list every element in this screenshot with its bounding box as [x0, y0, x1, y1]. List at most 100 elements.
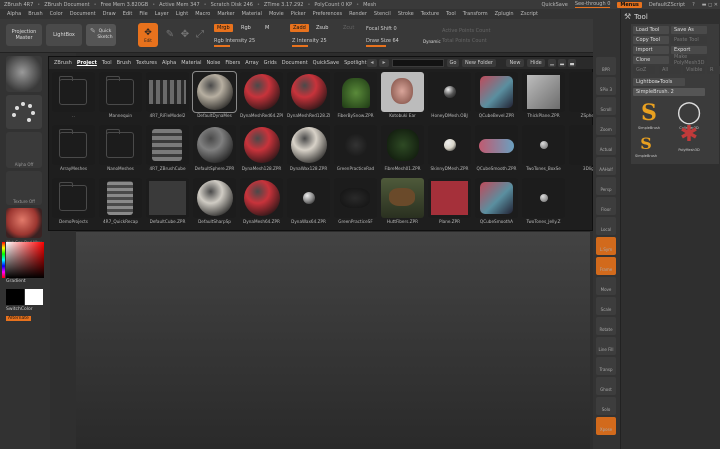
- view-large-icon[interactable]: ▃: [568, 59, 576, 67]
- material-tile[interactable]: Mat Cap Red Wax: [6, 208, 42, 245]
- z-intensity-slider[interactable]: Z Intensity 25: [292, 37, 354, 47]
- lightbox-item[interactable]: DefaultDynaMes: [192, 71, 237, 126]
- view-medium-icon[interactable]: ▂: [558, 59, 566, 67]
- clone-button[interactable]: Clone: [633, 56, 669, 64]
- lightbox-item[interactable]: ArrayMeshes: [52, 125, 95, 179]
- shelf-solo-button[interactable]: Solo: [596, 397, 616, 415]
- stroke-tile[interactable]: [6, 95, 42, 129]
- menu-brush[interactable]: Brush: [28, 11, 42, 17]
- shelf-scale-button[interactable]: Scale: [596, 297, 616, 315]
- shelf-floor-button[interactable]: Floor: [596, 197, 616, 215]
- rgb-intensity-slider[interactable]: Rgb Intensity 25: [214, 37, 276, 47]
- shelf-persp-button[interactable]: Persp: [596, 177, 616, 195]
- menu-edit[interactable]: Edit: [123, 11, 133, 17]
- shelf-ghost-button[interactable]: Ghost: [596, 377, 616, 395]
- tool-thumb[interactable]: S SimpleBrush: [635, 100, 663, 132]
- tab-spotlight[interactable]: Spotlight: [344, 60, 366, 66]
- scale-icon[interactable]: ⤢: [193, 28, 207, 42]
- edit-mode-button[interactable]: ✥ Edit: [138, 23, 158, 47]
- current-tool-field[interactable]: SimpleBrush. 2: [633, 88, 705, 96]
- lightbox-item[interactable]: DynaMesh64.ZPR: [240, 178, 283, 232]
- menu-preferences[interactable]: Preferences: [313, 11, 342, 17]
- tab-array[interactable]: Array: [245, 60, 258, 66]
- move-icon[interactable]: ✥: [178, 28, 192, 42]
- lightbox-item[interactable]: QCubeSmooth.ZPR: [475, 125, 518, 179]
- switch-color-button[interactable]: SwitchColor: [6, 307, 33, 312]
- lightbox-item[interactable]: DefaultCube.ZPR: [146, 178, 189, 232]
- menu-texture[interactable]: Texture: [421, 11, 439, 17]
- lightbox-item[interactable]: Mannequin: [99, 72, 142, 126]
- texture-tile[interactable]: Texture Off: [6, 171, 42, 205]
- lightbox-item[interactable]: SkinnyDMesh.ZPR: [428, 125, 471, 179]
- tool-thumb[interactable]: S SimpleBrush: [635, 134, 657, 160]
- menu-file[interactable]: File: [139, 11, 147, 17]
- lightbox-item[interactable]: DynaWax128.ZPR: [287, 125, 330, 179]
- quick-sketch-button[interactable]: ✎ Quick Sketch: [86, 24, 116, 46]
- alternate-button[interactable]: Alternate: [6, 316, 31, 321]
- default-zscript-button[interactable]: DefaultZScript: [649, 2, 685, 8]
- menus-toggle[interactable]: Menus: [617, 1, 642, 8]
- quicksave-button[interactable]: QuickSave: [541, 2, 567, 8]
- lightbox-tools-button[interactable]: Lightbox▸Tools: [633, 78, 685, 86]
- zadd-toggle[interactable]: Zadd: [290, 24, 309, 32]
- alpha-tile[interactable]: Alpha Off: [6, 132, 42, 168]
- lightbox-item[interactable]: ..: [52, 72, 95, 126]
- tab-noise[interactable]: Noise: [207, 60, 221, 66]
- make-polymesh3d-button[interactable]: Make PolyMesh3D: [671, 54, 707, 66]
- lightbox-button[interactable]: LightBox: [46, 24, 82, 46]
- go-button[interactable]: Go: [447, 59, 459, 67]
- menu-render[interactable]: Render: [349, 11, 367, 17]
- current-brush-tile[interactable]: [6, 56, 42, 92]
- menu-material[interactable]: Material: [242, 11, 262, 17]
- load-tool-button[interactable]: Load Tool: [633, 26, 669, 34]
- lightbox-item[interactable]: QCubeSmoothA: [475, 178, 518, 232]
- menu-alpha[interactable]: Alpha: [7, 11, 21, 17]
- lightbox-item[interactable]: Plane.ZPR: [428, 178, 471, 232]
- projection-master-button[interactable]: Projection Master: [6, 24, 42, 46]
- menu-draw[interactable]: Draw: [103, 11, 116, 17]
- copy-tool-button[interactable]: Copy Tool: [633, 36, 669, 44]
- lightbox-item[interactable]: DefaultSphere.ZPR: [193, 125, 236, 179]
- menu-macro[interactable]: Macro: [195, 11, 210, 17]
- lightbox-item[interactable]: DynaMeshRed128.ZPR: [287, 72, 330, 126]
- shelf-local-button[interactable]: Local: [596, 217, 616, 235]
- shelf-bpr-button[interactable]: BPR: [596, 57, 616, 75]
- shelf-move-button[interactable]: Move: [596, 277, 616, 295]
- main-color-swatch[interactable]: [6, 289, 24, 305]
- shelf-actual-button[interactable]: Actual: [596, 137, 616, 155]
- path-field[interactable]: [392, 59, 444, 67]
- menu-tool[interactable]: Tool: [446, 11, 456, 17]
- all-button[interactable]: All: [659, 66, 681, 74]
- hide-button[interactable]: Hide: [527, 59, 545, 67]
- next-arrow-icon[interactable]: ▸: [379, 59, 389, 67]
- tab-project[interactable]: Project: [77, 60, 97, 66]
- lightbox-item[interactable]: DynaWax64.ZPR: [287, 178, 330, 232]
- menu-picker[interactable]: Picker: [291, 11, 306, 17]
- shelf-scroll-button[interactable]: Scroll: [596, 97, 616, 115]
- tab-tool[interactable]: Tool: [102, 60, 112, 66]
- shelf-zoom-button[interactable]: Zoom: [596, 117, 616, 135]
- import-button[interactable]: Import: [633, 46, 669, 54]
- shelf-line-fill-button[interactable]: Line Fill: [596, 337, 616, 355]
- new-folder-button[interactable]: New Folder: [462, 59, 496, 67]
- draw-icon[interactable]: ✎: [163, 28, 177, 42]
- r-button[interactable]: R: [707, 66, 720, 74]
- lightbox-item[interactable]: GreenPracticeSF: [334, 178, 377, 232]
- zcut-toggle[interactable]: Zcut: [340, 24, 357, 32]
- tab-alpha[interactable]: Alpha: [162, 60, 176, 66]
- lightbox-item[interactable]: HoneyDMesh.OBJ: [428, 72, 471, 126]
- visible-button[interactable]: Visible: [683, 66, 705, 74]
- prev-arrow-icon[interactable]: ◂: [367, 59, 377, 67]
- shelf-xpose-button[interactable]: Xpose: [596, 417, 616, 435]
- new-button[interactable]: New: [506, 59, 524, 67]
- dynamic-toggle[interactable]: Dynamic: [420, 37, 444, 45]
- shelf-spix-3-button[interactable]: SPix 3: [596, 77, 616, 95]
- mrgb-toggle[interactable]: Mrgb: [214, 24, 233, 32]
- menu-light[interactable]: Light: [176, 11, 188, 17]
- tab-material[interactable]: Material: [181, 60, 201, 66]
- menu-transform[interactable]: Transform: [463, 11, 488, 17]
- shelf-aahalf-button[interactable]: AAHalf: [596, 157, 616, 175]
- gradient-label[interactable]: Gradient: [6, 279, 26, 284]
- lightbox-item[interactable]: DemoProjects: [52, 178, 95, 232]
- paste-tool-button[interactable]: Paste Tool: [671, 36, 707, 44]
